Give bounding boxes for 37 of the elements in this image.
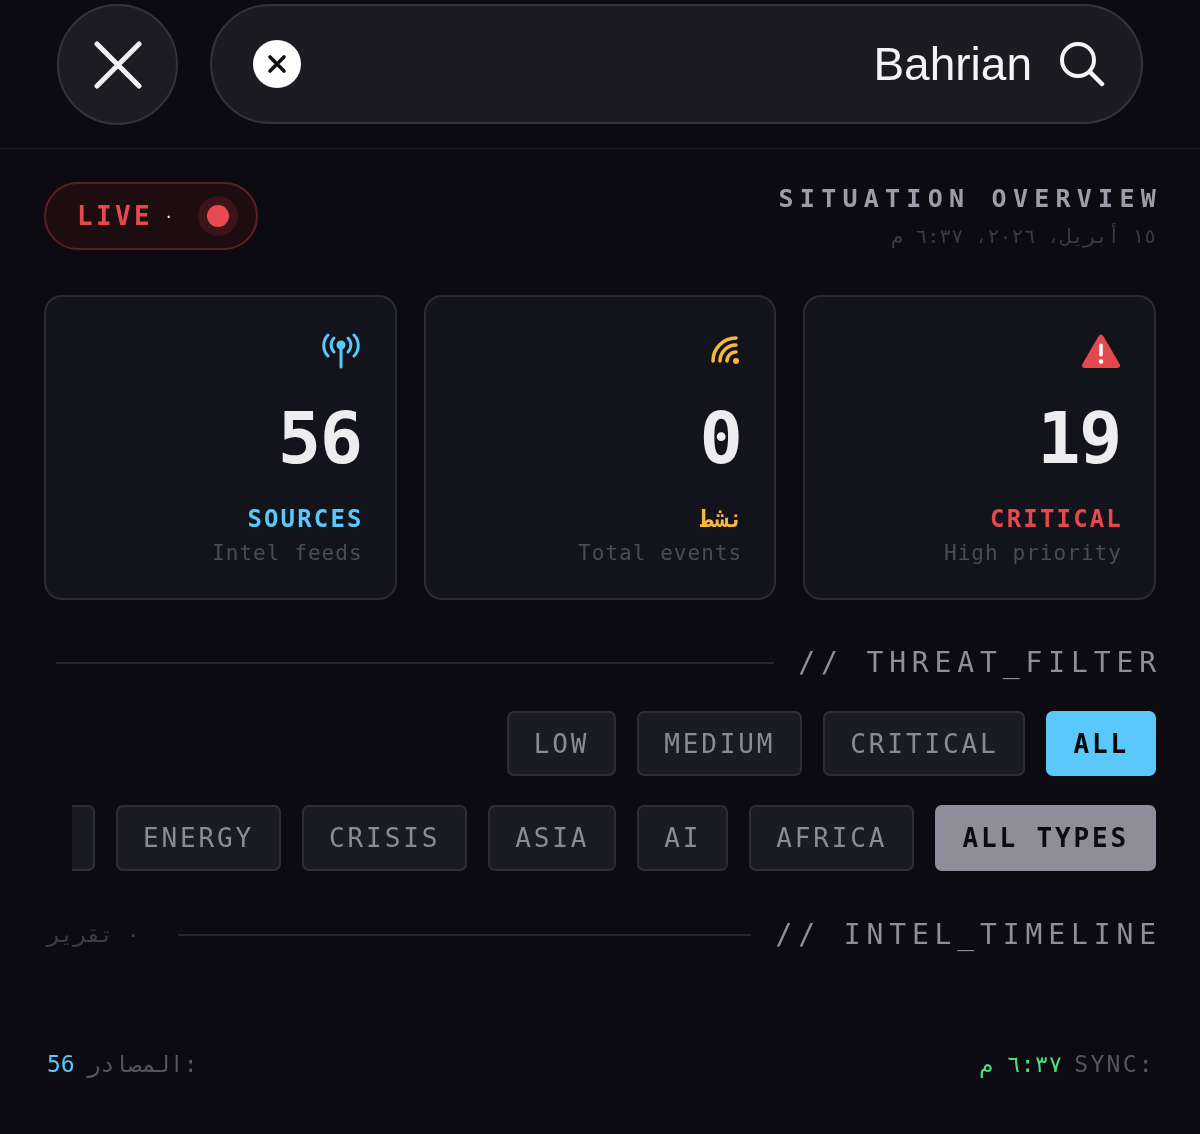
- live-label: LIVE: [77, 203, 154, 229]
- stat-caption: Intel feeds: [212, 541, 363, 566]
- status-value: 56: [47, 1050, 75, 1079]
- search-field[interactable]: Bahrian: [210, 4, 1143, 124]
- stat-label: SOURCES: [247, 505, 364, 534]
- warning-icon: [1081, 333, 1121, 369]
- live-count: ٠: [163, 207, 174, 225]
- antenna-icon: [319, 333, 362, 369]
- stat-caption: High priority: [943, 541, 1122, 566]
- filter-chip[interactable]: MEDIUM: [637, 711, 803, 776]
- sync-time: ٦:٣٧ م: [979, 1050, 1063, 1079]
- stat-caption: Total events: [578, 541, 743, 566]
- stat-label: CRITICAL: [990, 505, 1123, 534]
- section-title: SITUATION OVERVIEW: [778, 184, 1162, 214]
- filter-chip[interactable]: ALL: [1046, 711, 1156, 776]
- status-label: SYNC:: [1074, 1050, 1155, 1079]
- section-heading: // INTEL_TIMELINE: [775, 917, 1162, 953]
- stat-value: 0: [699, 402, 742, 474]
- filter-chip[interactable]: LOW: [506, 711, 617, 776]
- search-query-text: Bahrian: [873, 41, 1032, 87]
- close-icon: [93, 40, 142, 89]
- filter-chip[interactable]: ASIA: [488, 805, 617, 871]
- section-heading: // THREAT_FILTER: [798, 645, 1162, 681]
- signal-icon: [709, 336, 742, 366]
- stat-label: نشط: [699, 505, 744, 534]
- filter-chip[interactable]: ENERGY: [116, 805, 282, 871]
- filter-chip[interactable]: AFRICA: [749, 805, 915, 871]
- status-label: المصادر:: [86, 1050, 198, 1079]
- clear-icon[interactable]: [253, 40, 301, 88]
- filter-chip[interactable]: CRITICAL: [823, 711, 1026, 776]
- stat-value: 56: [277, 402, 362, 474]
- search-icon[interactable]: [1059, 41, 1105, 87]
- stat-value: 19: [1037, 402, 1121, 474]
- filter-chip[interactable]: CRISIS: [302, 805, 468, 871]
- filter-chip[interactable]: AI: [637, 805, 729, 871]
- filter-chip[interactable]: ALL TYPES: [935, 805, 1156, 871]
- report-count: ٠ تقرير: [47, 921, 140, 949]
